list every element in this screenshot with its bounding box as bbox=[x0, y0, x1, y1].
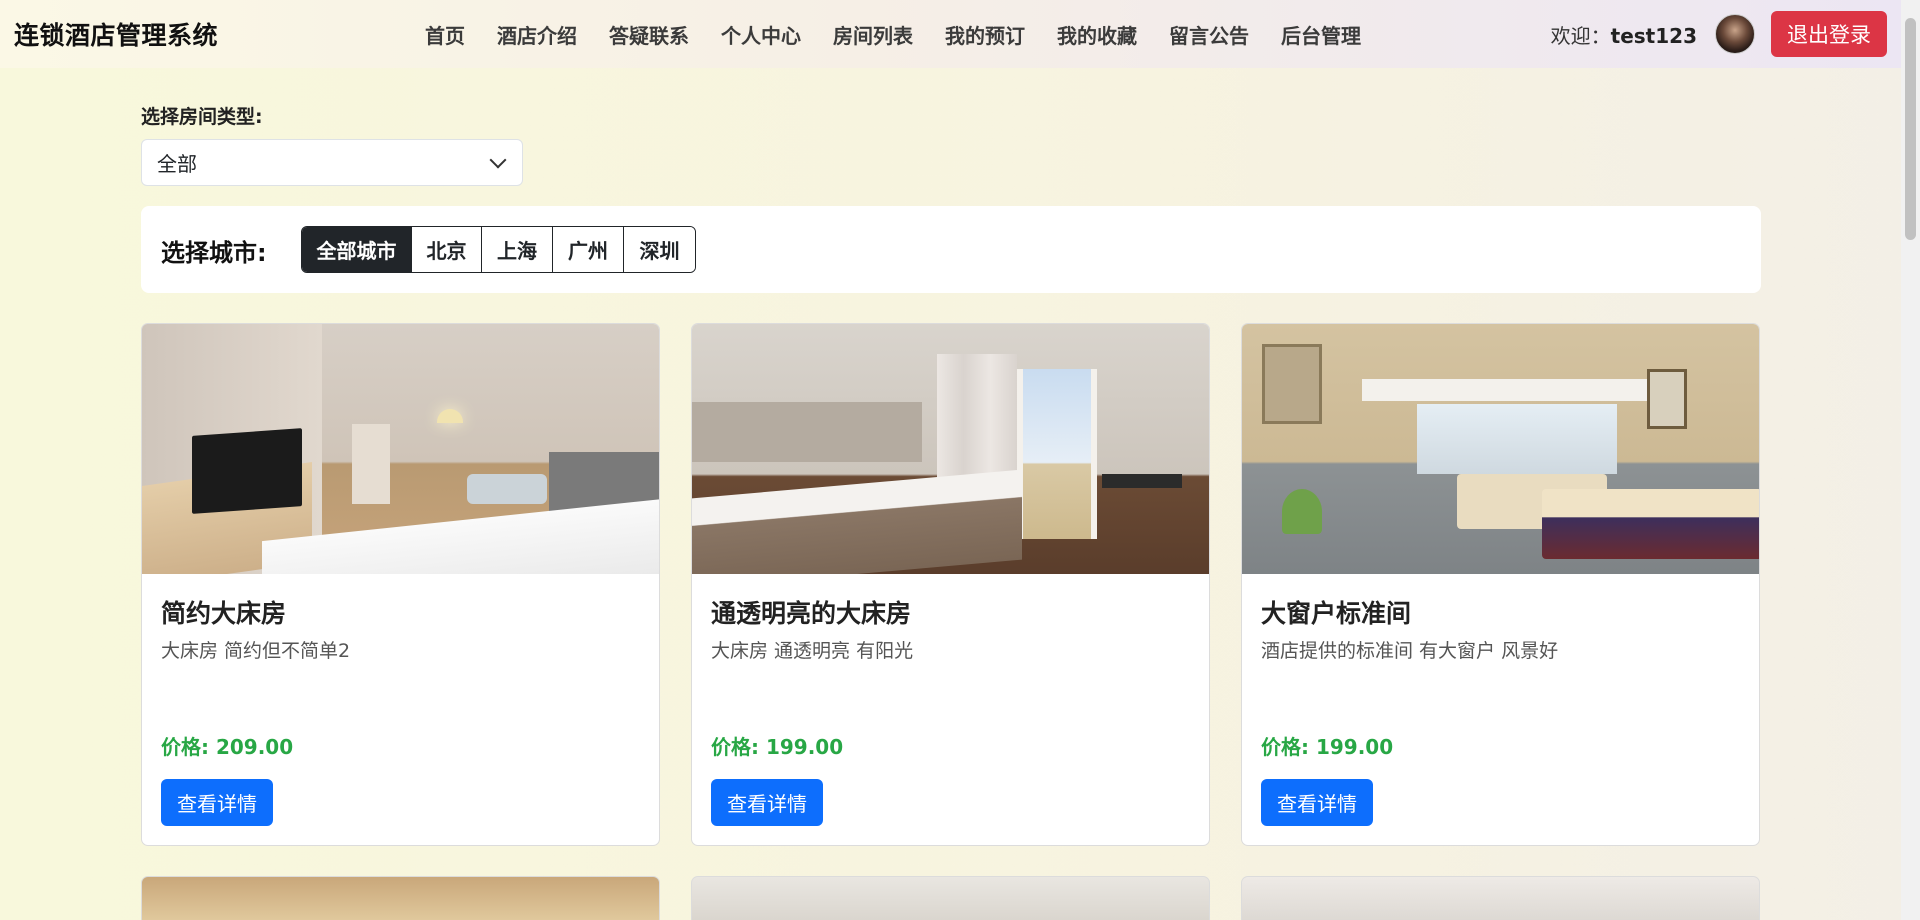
top-navbar: 连锁酒店管理系统 首页 酒店介绍 答疑联系 个人中心 房间列表 我的预订 我的收… bbox=[0, 0, 1901, 68]
view-details-button[interactable]: 查看详情 bbox=[1261, 779, 1373, 826]
room-type-selected-value: 全部 bbox=[157, 152, 197, 176]
city-button-guangzhou[interactable]: 广州 bbox=[553, 227, 624, 272]
room-description: 酒店提供的标准间 有大窗户 风景好 bbox=[1261, 640, 1559, 662]
room-title: 通透明亮的大床房 bbox=[711, 599, 912, 628]
scrollbar-thumb[interactable] bbox=[1905, 18, 1916, 240]
room-type-label: 选择房间类型: bbox=[141, 106, 263, 128]
nav-link-my-favorites[interactable]: 我的收藏 bbox=[1041, 20, 1153, 49]
city-button-shenzhen[interactable]: 深圳 bbox=[624, 227, 695, 272]
nav-link-faq-contact[interactable]: 答疑联系 bbox=[593, 20, 705, 49]
room-description: 大床房 简约但不简单2 bbox=[161, 640, 351, 662]
city-filter-panel: 选择城市: 全部城市 北京 上海 广州 深圳 bbox=[141, 206, 1761, 293]
chevron-down-icon bbox=[489, 151, 507, 169]
nav-link-my-bookings[interactable]: 我的预订 bbox=[929, 20, 1041, 49]
nav-links: 首页 酒店介绍 答疑联系 个人中心 房间列表 我的预订 我的收藏 留言公告 后台… bbox=[409, 0, 1377, 68]
room-card-partial[interactable] bbox=[691, 876, 1210, 920]
city-button-shanghai[interactable]: 上海 bbox=[482, 227, 553, 272]
room-card-partial[interactable] bbox=[141, 876, 660, 920]
room-card-partial[interactable] bbox=[1241, 876, 1760, 920]
room-price: 价格: 199.00 bbox=[1261, 735, 1394, 759]
nav-link-admin[interactable]: 后台管理 bbox=[1265, 20, 1377, 49]
page-scrollbar[interactable] bbox=[1901, 0, 1920, 920]
welcome-text: 欢迎：test123 bbox=[1551, 20, 1697, 49]
city-filter-label: 选择城市: bbox=[161, 239, 267, 267]
room-description: 大床房 通透明亮 有阳光 bbox=[711, 640, 914, 662]
avatar[interactable] bbox=[1715, 14, 1755, 54]
view-details-button[interactable]: 查看详情 bbox=[711, 779, 823, 826]
username: test123 bbox=[1610, 23, 1697, 48]
room-image bbox=[1242, 324, 1759, 574]
view-details-button[interactable]: 查看详情 bbox=[161, 779, 273, 826]
room-title: 简约大床房 bbox=[161, 599, 287, 628]
city-button-group: 全部城市 北京 上海 广州 深圳 bbox=[301, 226, 696, 273]
city-button-beijing[interactable]: 北京 bbox=[412, 227, 482, 272]
nav-link-home[interactable]: 首页 bbox=[409, 20, 481, 49]
nav-link-messages[interactable]: 留言公告 bbox=[1153, 20, 1265, 49]
user-area: 欢迎：test123 退出登录 bbox=[1551, 0, 1887, 68]
nav-link-room-list[interactable]: 房间列表 bbox=[817, 20, 929, 49]
room-image bbox=[142, 324, 659, 574]
logout-button[interactable]: 退出登录 bbox=[1771, 11, 1887, 57]
room-price: 价格: 209.00 bbox=[161, 735, 294, 759]
brand-title[interactable]: 连锁酒店管理系统 bbox=[14, 16, 218, 52]
room-image bbox=[692, 324, 1209, 574]
room-title: 大窗户标准间 bbox=[1261, 599, 1412, 628]
room-price: 价格: 199.00 bbox=[711, 735, 844, 759]
room-card: 通透明亮的大床房 大床房 通透明亮 有阳光 价格: 199.00 查看详情 bbox=[691, 323, 1210, 846]
nav-link-hotel-intro[interactable]: 酒店介绍 bbox=[481, 20, 593, 49]
city-button-all[interactable]: 全部城市 bbox=[302, 227, 412, 272]
welcome-prefix: 欢迎： bbox=[1550, 23, 1611, 48]
room-card: 简约大床房 大床房 简约但不简单2 价格: 209.00 查看详情 bbox=[141, 323, 660, 846]
room-type-select[interactable]: 全部 bbox=[141, 139, 523, 186]
room-card: 大窗户标准间 酒店提供的标准间 有大窗户 风景好 价格: 199.00 查看详情 bbox=[1241, 323, 1760, 846]
nav-link-personal-center[interactable]: 个人中心 bbox=[705, 20, 817, 49]
